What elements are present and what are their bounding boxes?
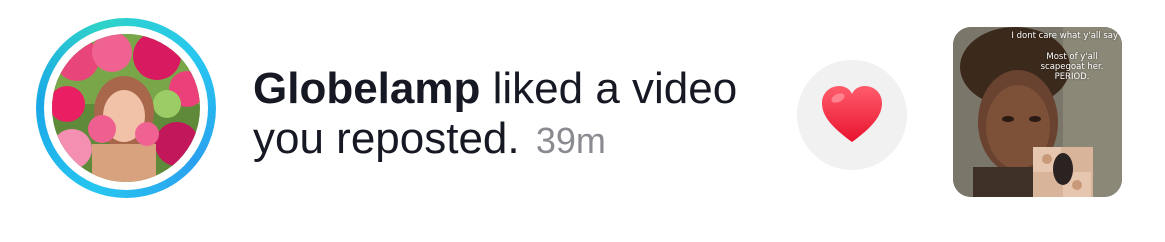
notification-row[interactable]: Globelamp liked a video you reposted. 39… xyxy=(0,0,1165,242)
like-button[interactable] xyxy=(797,60,907,170)
avatar-story-ring[interactable] xyxy=(36,18,216,198)
notification-text: Globelamp liked a video you reposted. 39… xyxy=(253,64,773,166)
video-thumbnail[interactable]: I dont care what y'all say Most of y'all… xyxy=(953,27,1122,197)
thumbnail-caption-1: I dont care what y'all say xyxy=(1011,31,1118,41)
timestamp: 39m xyxy=(535,120,606,161)
avatar-image xyxy=(52,34,200,182)
thumbnail-caption-2: Most of y'all scapegoat her. PERIOD. xyxy=(1040,52,1104,82)
heart-icon xyxy=(822,86,882,142)
username-link[interactable]: Globelamp xyxy=(253,64,480,113)
avatar[interactable] xyxy=(52,34,200,182)
